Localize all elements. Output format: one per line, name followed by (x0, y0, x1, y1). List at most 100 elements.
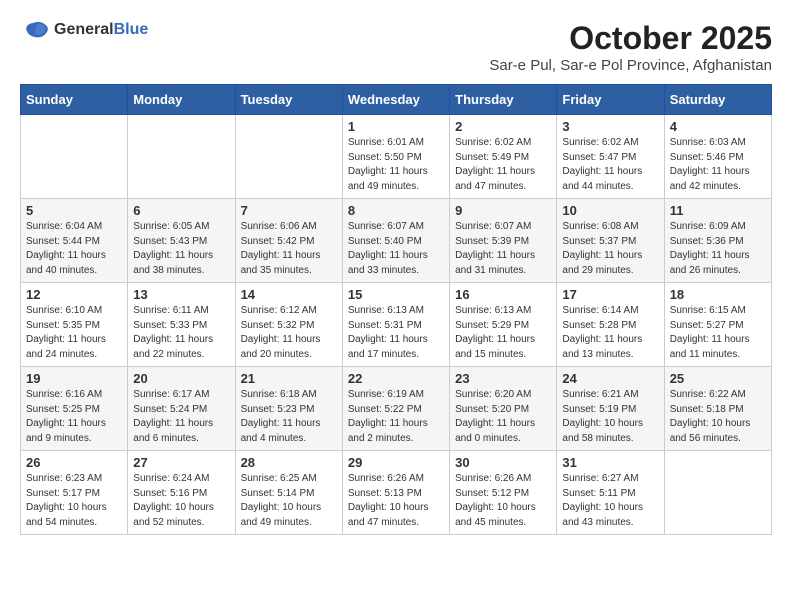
logo-blue: Blue (114, 21, 149, 38)
title-area: October 2025 Sar-e Pul, Sar-e Pol Provin… (489, 20, 772, 74)
day-number: 10 (562, 203, 658, 218)
calendar-cell: 3 Sunrise: 6:02 AMSunset: 5:47 PMDaylight… (557, 115, 664, 199)
cell-content: Sunrise: 6:02 AMSunset: 5:47 PMDaylight:… (562, 136, 658, 194)
calendar-cell: 8Sunrise: 6:07 AMSunset: 5:40 PMDaylight… (342, 199, 449, 283)
day-number: 17 (562, 287, 658, 302)
logo-icon (20, 20, 50, 40)
calendar-cell: 4 Sunrise: 6:03 AMSunset: 5:46 PMDaylight… (664, 115, 771, 199)
cell-content: Sunrise: 6:12 AMSunset: 5:32 PMDaylight:… (241, 304, 337, 362)
calendar-cell: 1Sunrise: 6:01 AMSunset: 5:50 PMDaylight… (342, 115, 449, 199)
day-number: 29 (348, 455, 444, 470)
cell-content: Sunrise: 6:18 AMSunset: 5:23 PMDaylight:… (241, 388, 337, 446)
cell-content: Sunrise: 6:13 AMSunset: 5:31 PMDaylight:… (348, 304, 444, 362)
day-header-sunday: Sunday (21, 85, 128, 115)
calendar-week-1: 1Sunrise: 6:01 AMSunset: 5:50 PMDaylight… (21, 115, 772, 199)
cell-content: Sunrise: 6:27 AMSunset: 5:11 PMDaylight:… (562, 472, 658, 530)
cell-content: Sunrise: 6:06 AMSunset: 5:42 PMDaylight:… (241, 220, 337, 278)
day-header-monday: Monday (128, 85, 235, 115)
cell-content: Sunrise: 6:26 AMSunset: 5:13 PMDaylight:… (348, 472, 444, 530)
calendar-cell: 16 Sunrise: 6:13 AMSunset: 5:29 PMDayligh… (450, 283, 557, 367)
day-number: 13 (133, 287, 229, 302)
day-number: 30 (455, 455, 551, 470)
cell-content: Sunrise: 6:24 AMSunset: 5:16 PMDaylight:… (133, 472, 229, 530)
day-header-friday: Friday (557, 85, 664, 115)
day-number: 5 (26, 203, 122, 218)
calendar: SundayMondayTuesdayWednesdayThursdayFrid… (20, 84, 772, 535)
day-number: 21 (241, 371, 337, 386)
calendar-cell: 28 Sunrise: 6:25 AMSunset: 5:14 PMDayligh… (235, 451, 342, 535)
cell-content: Sunrise: 6:23 AMSunset: 5:17 PMDaylight:… (26, 472, 122, 530)
cell-content: Sunrise: 6:17 AMSunset: 5:24 PMDaylight:… (133, 388, 229, 446)
month-title: October 2025 (489, 20, 772, 57)
cell-content: Sunrise: 6:13 AMSunset: 5:29 PMDaylight:… (455, 304, 551, 362)
cell-content: Sunrise: 6:15 AMSunset: 5:27 PMDaylight:… (670, 304, 766, 362)
calendar-cell (235, 115, 342, 199)
calendar-cell: 11 Sunrise: 6:09 AMSunset: 5:36 PMDayligh… (664, 199, 771, 283)
calendar-cell (21, 115, 128, 199)
day-header-thursday: Thursday (450, 85, 557, 115)
calendar-week-4: 19Sunrise: 6:16 AMSunset: 5:25 PMDayligh… (21, 367, 772, 451)
calendar-cell (664, 451, 771, 535)
cell-content: Sunrise: 6:03 AMSunset: 5:46 PMDaylight:… (670, 136, 766, 194)
calendar-cell: 6Sunrise: 6:05 AMSunset: 5:43 PMDaylight… (128, 199, 235, 283)
day-number: 9 (455, 203, 551, 218)
day-number: 18 (670, 287, 766, 302)
calendar-week-2: 5Sunrise: 6:04 AMSunset: 5:44 PMDaylight… (21, 199, 772, 283)
logo-general: General (54, 21, 114, 38)
cell-content: Sunrise: 6:07 AMSunset: 5:39 PMDaylight:… (455, 220, 551, 278)
calendar-cell: 25 Sunrise: 6:22 AMSunset: 5:18 PMDayligh… (664, 367, 771, 451)
day-number: 8 (348, 203, 444, 218)
calendar-cell: 21 Sunrise: 6:18 AMSunset: 5:23 PMDayligh… (235, 367, 342, 451)
day-number: 25 (670, 371, 766, 386)
calendar-cell: 23 Sunrise: 6:20 AMSunset: 5:20 PMDayligh… (450, 367, 557, 451)
calendar-week-5: 26 Sunrise: 6:23 AMSunset: 5:17 PMDayligh… (21, 451, 772, 535)
cell-content: Sunrise: 6:05 AMSunset: 5:43 PMDaylight:… (133, 220, 229, 278)
day-number: 12 (26, 287, 122, 302)
calendar-cell: 10 Sunrise: 6:08 AMSunset: 5:37 PMDayligh… (557, 199, 664, 283)
calendar-header-row: SundayMondayTuesdayWednesdayThursdayFrid… (21, 85, 772, 115)
calendar-cell: 24 Sunrise: 6:21 AMSunset: 5:19 PMDayligh… (557, 367, 664, 451)
calendar-cell: 5Sunrise: 6:04 AMSunset: 5:44 PMDaylight… (21, 199, 128, 283)
cell-content: Sunrise: 6:16 AMSunset: 5:25 PMDaylight:… (26, 388, 122, 446)
cell-content: Sunrise: 6:02 AMSunset: 5:49 PMDaylight:… (455, 136, 551, 194)
day-number: 11 (670, 203, 766, 218)
logo: GeneralBlue (20, 20, 148, 40)
day-number: 20 (133, 371, 229, 386)
cell-content: Sunrise: 6:01 AMSunset: 5:50 PMDaylight:… (348, 136, 444, 194)
cell-content: Sunrise: 6:25 AMSunset: 5:14 PMDaylight:… (241, 472, 337, 530)
cell-content: Sunrise: 6:21 AMSunset: 5:19 PMDaylight:… (562, 388, 658, 446)
calendar-cell: 22Sunrise: 6:19 AMSunset: 5:22 PMDayligh… (342, 367, 449, 451)
cell-content: Sunrise: 6:20 AMSunset: 5:20 PMDaylight:… (455, 388, 551, 446)
day-number: 16 (455, 287, 551, 302)
cell-content: Sunrise: 6:26 AMSunset: 5:12 PMDaylight:… (455, 472, 551, 530)
day-number: 4 (670, 119, 766, 134)
day-number: 3 (562, 119, 658, 134)
calendar-cell: 30 Sunrise: 6:26 AMSunset: 5:12 PMDayligh… (450, 451, 557, 535)
day-number: 7 (241, 203, 337, 218)
day-number: 26 (26, 455, 122, 470)
day-number: 24 (562, 371, 658, 386)
cell-content: Sunrise: 6:08 AMSunset: 5:37 PMDaylight:… (562, 220, 658, 278)
calendar-cell: 31Sunrise: 6:27 AMSunset: 5:11 PMDayligh… (557, 451, 664, 535)
day-number: 28 (241, 455, 337, 470)
calendar-cell: 18 Sunrise: 6:15 AMSunset: 5:27 PMDayligh… (664, 283, 771, 367)
calendar-cell: 27 Sunrise: 6:24 AMSunset: 5:16 PMDayligh… (128, 451, 235, 535)
calendar-cell: 7 Sunrise: 6:06 AMSunset: 5:42 PMDaylight… (235, 199, 342, 283)
day-header-wednesday: Wednesday (342, 85, 449, 115)
day-number: 23 (455, 371, 551, 386)
cell-content: Sunrise: 6:14 AMSunset: 5:28 PMDaylight:… (562, 304, 658, 362)
calendar-cell: 2 Sunrise: 6:02 AMSunset: 5:49 PMDaylight… (450, 115, 557, 199)
calendar-cell: 14Sunrise: 6:12 AMSunset: 5:32 PMDayligh… (235, 283, 342, 367)
calendar-cell: 12 Sunrise: 6:10 AMSunset: 5:35 PMDayligh… (21, 283, 128, 367)
calendar-week-3: 12 Sunrise: 6:10 AMSunset: 5:35 PMDayligh… (21, 283, 772, 367)
calendar-cell: 13Sunrise: 6:11 AMSunset: 5:33 PMDayligh… (128, 283, 235, 367)
cell-content: Sunrise: 6:22 AMSunset: 5:18 PMDaylight:… (670, 388, 766, 446)
day-number: 27 (133, 455, 229, 470)
cell-content: Sunrise: 6:10 AMSunset: 5:35 PMDaylight:… (26, 304, 122, 362)
cell-content: Sunrise: 6:09 AMSunset: 5:36 PMDaylight:… (670, 220, 766, 278)
calendar-cell: 15Sunrise: 6:13 AMSunset: 5:31 PMDayligh… (342, 283, 449, 367)
header: GeneralBlue October 2025 Sar-e Pul, Sar-… (20, 20, 772, 74)
calendar-cell (128, 115, 235, 199)
day-number: 2 (455, 119, 551, 134)
calendar-cell: 29 Sunrise: 6:26 AMSunset: 5:13 PMDayligh… (342, 451, 449, 535)
